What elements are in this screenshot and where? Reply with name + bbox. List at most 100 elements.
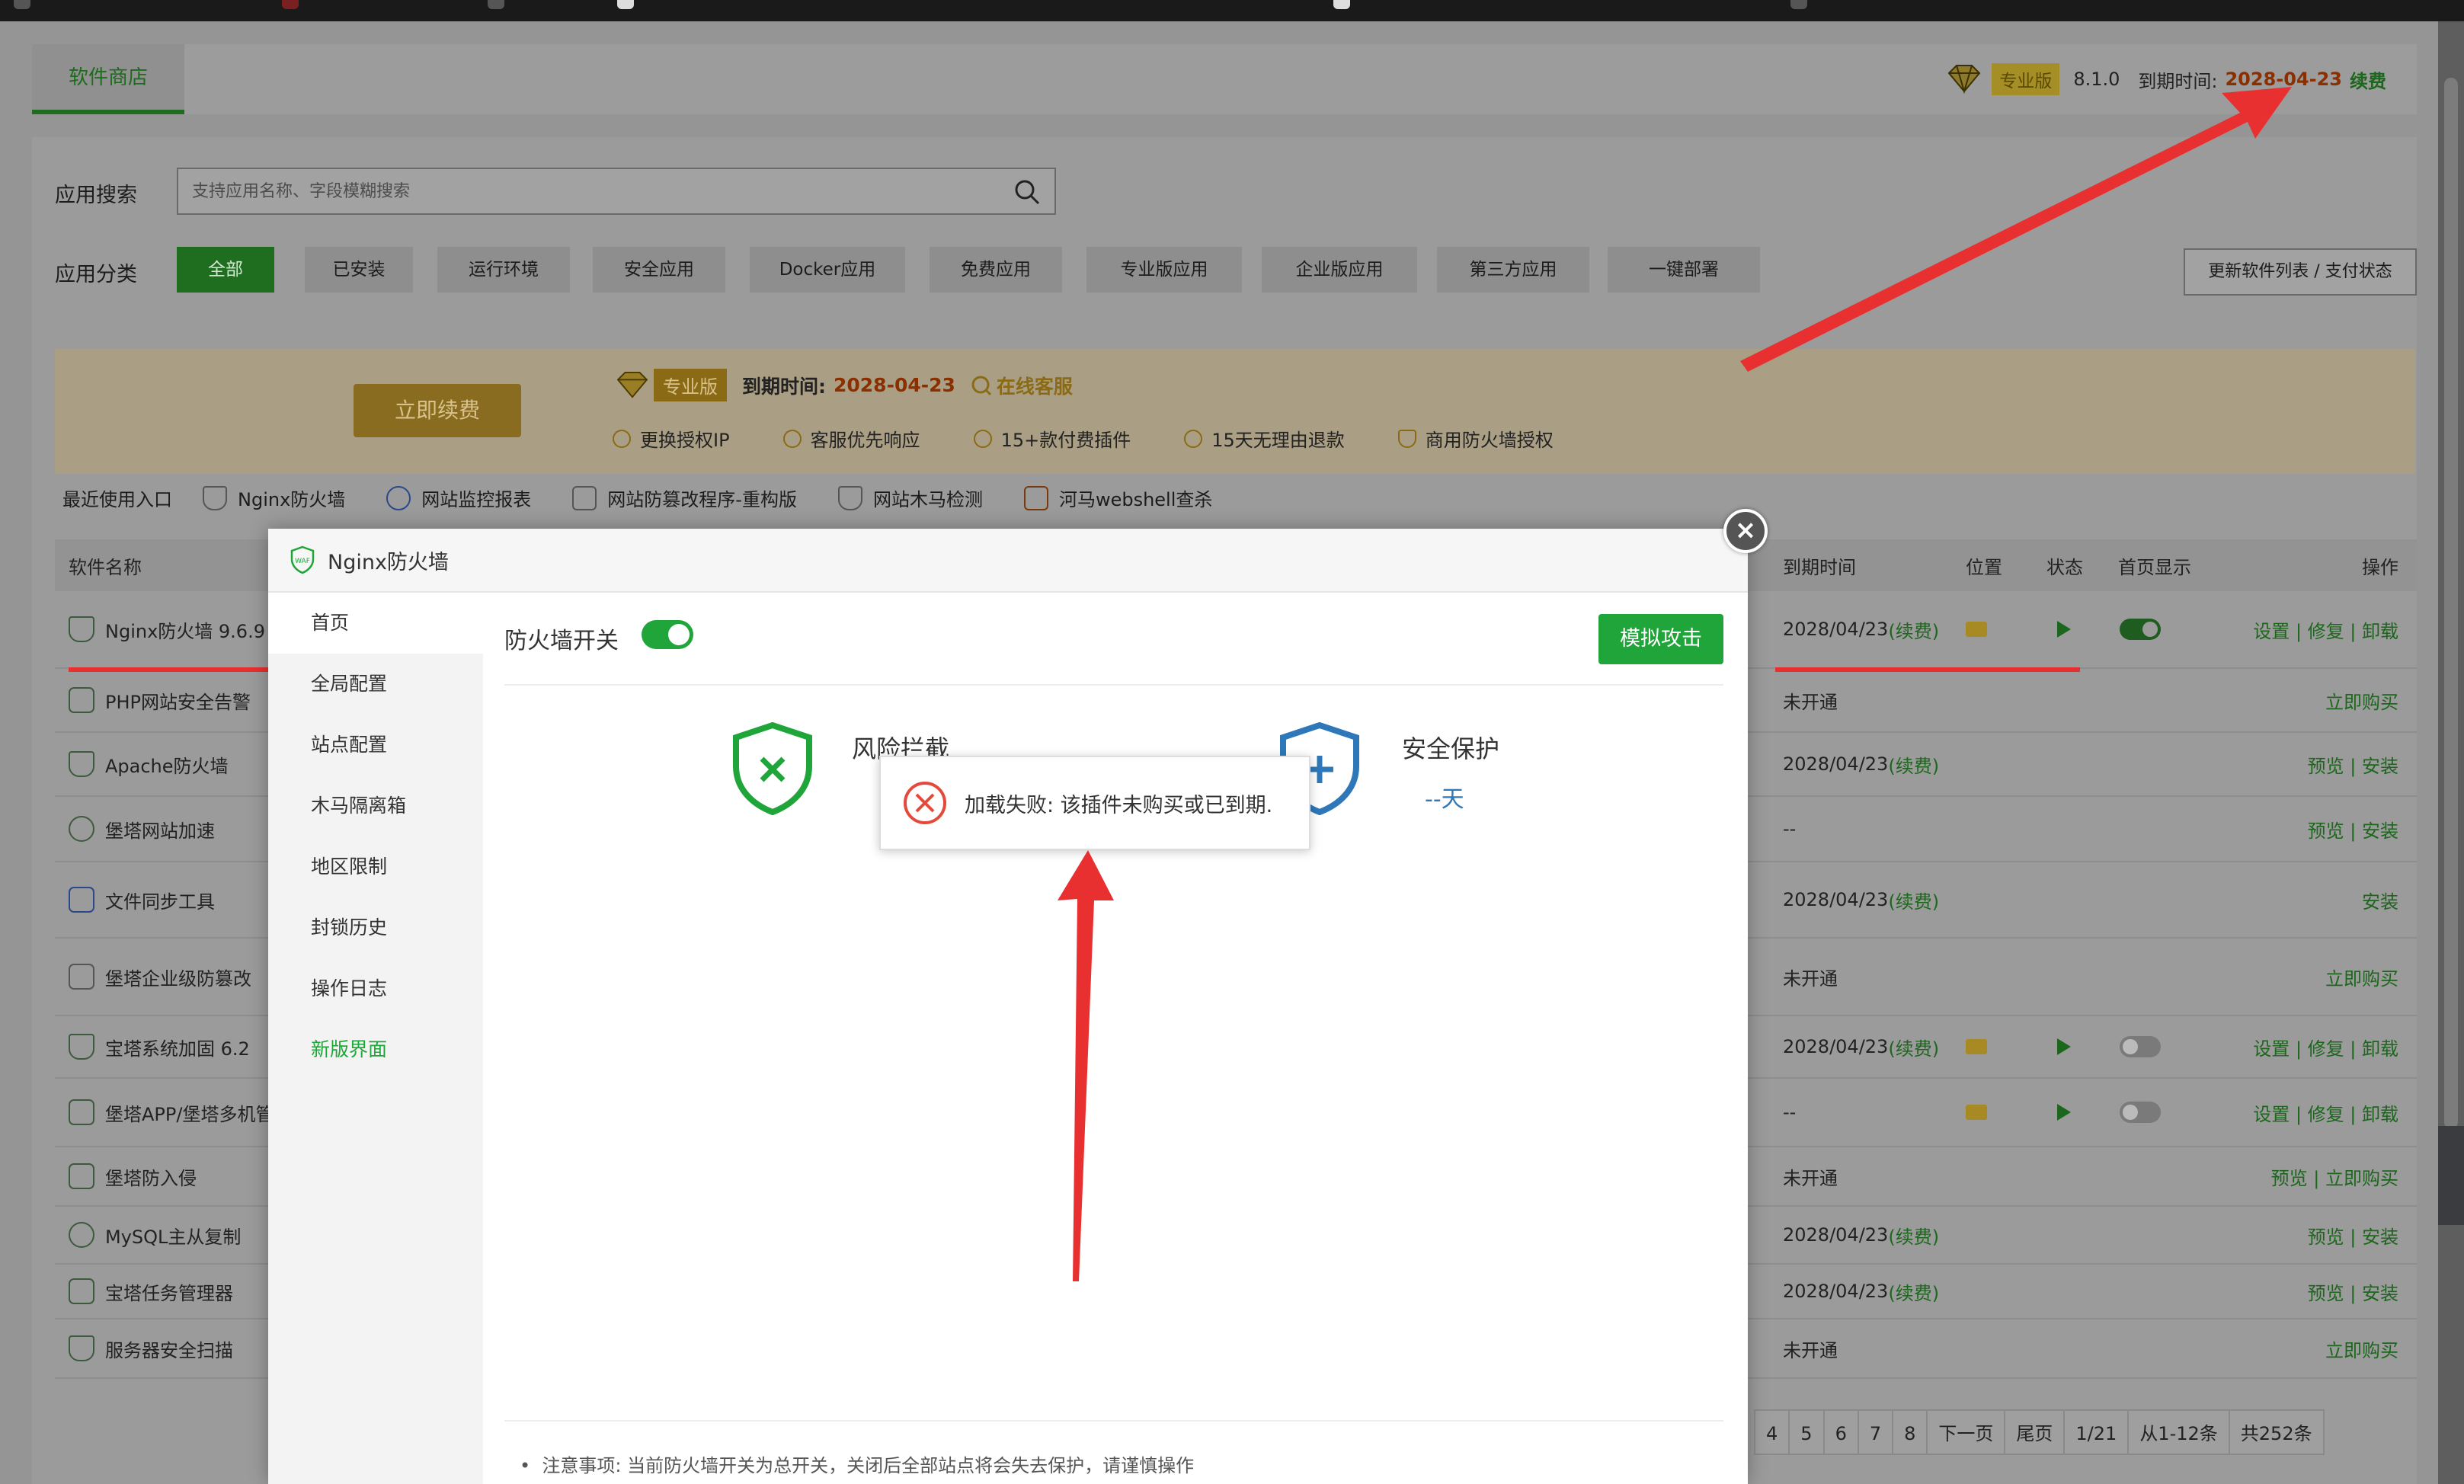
page-4[interactable]: 4 (1754, 1409, 1790, 1455)
row-ops[interactable]: 立即购买 (2325, 1319, 2398, 1377)
feature-item: 15天无理由退款 (1184, 425, 1345, 452)
row-expire: 2028/04/23 (续费) (1783, 862, 1939, 937)
row-name-text: PHP网站安全告警 (105, 691, 251, 713)
intrusion-icon (69, 1163, 94, 1189)
sidebar-item-trojan-quarantine[interactable]: 木马隔离箱 (268, 776, 483, 836)
page-scrollbar-track[interactable] (2438, 21, 2464, 1484)
category-pro[interactable]: 专业版应用 (1086, 247, 1242, 293)
col-position: 位置 (1966, 556, 2002, 578)
row-ops[interactable]: 设置 | 修复 | 卸载 (2253, 591, 2398, 667)
banner-expire-date: 2028-04-23 (834, 374, 955, 396)
play-icon-wrap[interactable] (2057, 1079, 2071, 1146)
page-8[interactable]: 8 (1892, 1409, 1928, 1455)
row-ops[interactable]: 立即购买 (2325, 939, 2398, 1015)
row-ops[interactable]: 立即购买 (2325, 669, 2398, 731)
row-ops[interactable]: 预览 | 安装 (2308, 797, 2398, 861)
row-name-text: MySQL主从复制 (105, 1226, 242, 1248)
feature-label: 客服优先响应 (810, 430, 920, 451)
tab-software-store[interactable]: 软件商店 (32, 44, 184, 114)
home-display-toggle[interactable] (2120, 1016, 2161, 1077)
recent-item-label: 河马webshell查杀 (1058, 489, 1213, 510)
recent-item-tamper-proof[interactable]: 网站防篡改程序-重构版 (572, 485, 797, 511)
row-renew-link[interactable]: (续费) (1888, 1222, 1939, 1249)
waf-shield-icon (203, 485, 227, 510)
sidebar-item-block-history[interactable]: 封锁历史 (268, 897, 483, 958)
row-ops[interactable]: 预览 | 安装 (2308, 733, 2398, 795)
row-expire-date: 未开通 (1783, 1339, 1838, 1361)
sidebar-item-new-ui[interactable]: 新版界面 (268, 1019, 483, 1080)
sidebar-item-site-config[interactable]: 站点配置 (268, 715, 483, 776)
row-expire: 未开通 (1783, 1147, 1838, 1205)
row-ops[interactable]: 设置 | 修复 | 卸载 (2253, 1079, 2398, 1146)
last-page[interactable]: 尾页 (2004, 1409, 2066, 1455)
recent-item-site-monitor[interactable]: 网站监控报表 (386, 485, 531, 511)
update-list-button[interactable]: 更新软件列表 / 支付状态 (2184, 248, 2417, 296)
category-free[interactable]: 免费应用 (930, 247, 1062, 293)
category-runtime[interactable]: 运行环境 (437, 247, 570, 293)
row-renew-link[interactable]: (续费) (1888, 887, 1939, 913)
category-enterprise[interactable]: 企业版应用 (1262, 247, 1417, 293)
folder-icon-wrap[interactable] (1966, 1079, 1987, 1146)
renew-now-button[interactable]: 立即续费 (354, 384, 521, 437)
page-6[interactable]: 6 (1822, 1409, 1859, 1455)
next-page[interactable]: 下一页 (1926, 1409, 2006, 1455)
sidebar-item-home[interactable]: 首页 (268, 593, 483, 654)
sidebar-item-operation-log[interactable]: 操作日志 (268, 958, 483, 1019)
page-7[interactable]: 7 (1857, 1409, 1894, 1455)
row-expire-date: 2028/04/23 (1783, 1281, 1889, 1302)
row-renew-link[interactable]: (续费) (1888, 751, 1939, 778)
play-icon-wrap[interactable] (2057, 1016, 2071, 1077)
search-icon[interactable] (1013, 178, 1041, 206)
category-docker[interactable]: Docker应用 (750, 247, 905, 293)
category-installed[interactable]: 已安装 (305, 247, 413, 293)
home-display-toggle[interactable] (2120, 591, 2161, 667)
modal-close-button[interactable]: × (1723, 509, 1768, 553)
row-expire: 2028/04/23 (续费) (1783, 733, 1939, 795)
folder-icon-wrap[interactable] (1966, 1016, 1987, 1077)
feature-label: 更换授权IP (640, 430, 730, 451)
recent-item-hippo-webshell[interactable]: 河马webshell查杀 (1023, 485, 1213, 511)
row-renew-link[interactable]: (续费) (1888, 616, 1939, 643)
diamond-icon (1947, 65, 1981, 94)
page-scrollbar-thumb[interactable] (2444, 78, 2458, 1129)
row-ops[interactable]: 预览 | 立即购买 (2271, 1147, 2398, 1205)
divider (504, 1420, 1723, 1422)
row-name-text: 堡塔企业级防篡改 (105, 967, 251, 990)
row-ops[interactable]: 设置 | 修复 | 卸载 (2253, 1016, 2398, 1077)
folder-icon-wrap[interactable] (1966, 591, 1987, 667)
headset-icon (782, 429, 802, 448)
row-name: 堡塔企业级防篡改 (69, 939, 251, 1015)
page-5[interactable]: 5 (1788, 1409, 1825, 1455)
home-display-toggle[interactable] (2120, 1079, 2161, 1146)
task-manager-icon (69, 1278, 94, 1304)
recent-item-nginx-waf[interactable]: Nginx防火墙 (203, 485, 345, 511)
col-ops: 操作 (2362, 556, 2398, 578)
firewall-switch-toggle[interactable] (642, 620, 693, 649)
row-name-text: 宝塔任务管理器 (105, 1282, 233, 1304)
folder-icon (1966, 1105, 1987, 1120)
row-renew-link[interactable]: (续费) (1888, 1278, 1939, 1305)
renew-link[interactable]: 续费 (2350, 66, 2386, 93)
play-icon-wrap[interactable] (2057, 591, 2071, 667)
row-name: MySQL主从复制 (69, 1207, 241, 1263)
simulate-attack-button[interactable]: 模拟攻击 (1598, 614, 1723, 664)
row-ops[interactable]: 安装 (2362, 862, 2398, 937)
search-input[interactable] (192, 169, 984, 213)
row-ops[interactable]: 预览 | 安装 (2308, 1207, 2398, 1263)
sidebar-item-global-config[interactable]: 全局配置 (268, 654, 483, 715)
category-all[interactable]: 全部 (177, 247, 274, 293)
recent-item-trojan-scan[interactable]: 网站木马检测 (837, 485, 983, 511)
lightning-icon (69, 816, 94, 842)
category-one-click[interactable]: 一键部署 (1608, 247, 1760, 293)
row-name: 堡塔防入侵 (69, 1147, 197, 1205)
category-security[interactable]: 安全应用 (593, 247, 725, 293)
sidebar-item-region-limit[interactable]: 地区限制 (268, 836, 483, 897)
col-name: 软件名称 (69, 556, 142, 578)
online-service-link[interactable]: 在线客服 (971, 372, 1073, 399)
row-ops[interactable]: 预览 | 安装 (2308, 1265, 2398, 1318)
category-third-party[interactable]: 第三方应用 (1437, 247, 1589, 293)
row-name-text: Nginx防火墙 9.6.9 (105, 620, 265, 642)
row-renew-link[interactable]: (续费) (1888, 1034, 1939, 1060)
shield-search-icon (837, 485, 862, 510)
play-icon (2057, 1104, 2071, 1121)
